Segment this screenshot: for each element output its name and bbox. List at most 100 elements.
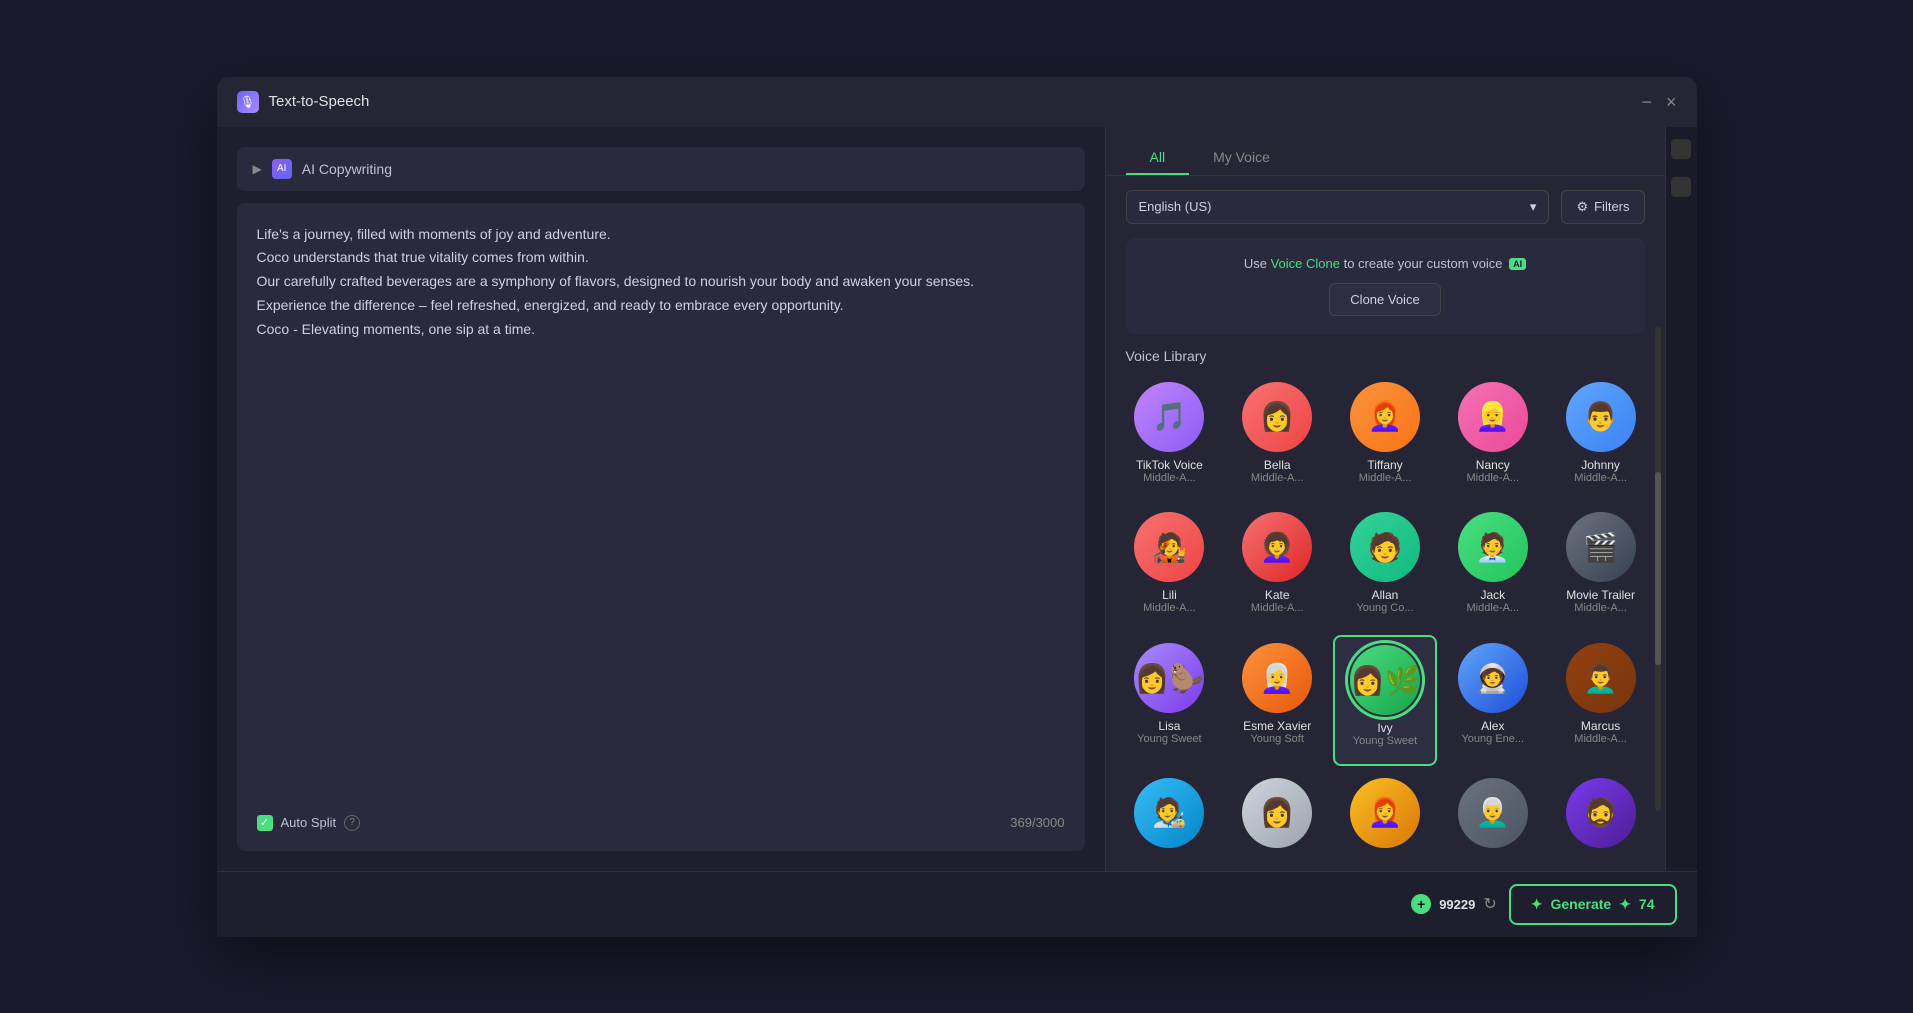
voice-name-tiktok: TikTok Voice	[1136, 458, 1203, 472]
voice-card-tiffany[interactable]: 👩‍🦰 Tiffany Middle-A...	[1333, 374, 1437, 501]
voice-card-nancy[interactable]: 👱‍♀️ Nancy Middle-A...	[1441, 374, 1545, 501]
generate-icon-small: ✦	[1619, 896, 1631, 913]
voice-avatar-r4: 👨‍🦳	[1458, 778, 1528, 848]
voice-card-tiktok[interactable]: 🎵 TikTok Voice Middle-A...	[1118, 374, 1222, 501]
voice-sub-bella: Middle-A...	[1251, 472, 1304, 484]
voice-card-r5[interactable]: 🧔	[1549, 770, 1653, 871]
voice-sub-tiktok: Middle-A...	[1143, 472, 1196, 484]
app-window: 🎙 Text-to-Speech − × ▶ AI AI Copywriting…	[217, 77, 1697, 937]
voice-avatar-r1: 🧑‍🎨	[1134, 778, 1204, 848]
voice-card-ivy[interactable]: 👩‍🌿 Ivy Young Sweet	[1333, 635, 1437, 766]
scrollbar[interactable]	[1655, 327, 1661, 811]
dropdown-arrow-icon: ▾	[1530, 199, 1537, 215]
voice-avatar-esme-xavier: 👩‍🦳	[1242, 643, 1312, 713]
voice-name-nancy: Nancy	[1476, 458, 1510, 472]
voice-name-ivy: Ivy	[1377, 721, 1392, 735]
voice-name-movie-trailer: Movie Trailer	[1566, 588, 1635, 602]
voice-avatar-r5: 🧔	[1566, 778, 1636, 848]
app-icon: 🎙	[237, 91, 259, 113]
voice-sub-tiffany: Middle-A...	[1359, 472, 1412, 484]
ai-badge: AI	[1509, 258, 1526, 270]
voice-sub-nancy: Middle-A...	[1467, 472, 1520, 484]
clone-voice-section: Use Voice Clone to create your custom vo…	[1126, 238, 1645, 334]
voice-card-bella[interactable]: 👩 Bella Middle-A...	[1225, 374, 1329, 501]
content-area: ▶ AI AI Copywriting Life's a journey, fi…	[217, 127, 1697, 871]
voice-grid: 🎵 TikTok Voice Middle-A... 👩 Bella Middl…	[1106, 374, 1665, 871]
generate-button[interactable]: ✦ Generate ✦ 74	[1509, 884, 1677, 925]
voice-clone-link[interactable]: Voice Clone	[1271, 256, 1340, 271]
help-icon[interactable]: ?	[344, 815, 360, 831]
sidebar-strip-item-1	[1671, 139, 1691, 159]
voice-sub-alex: Young Ene...	[1461, 733, 1524, 745]
generate-label: Generate	[1550, 896, 1611, 912]
filters-button[interactable]: ⚙ Filters	[1561, 190, 1644, 224]
auto-split-checkbox[interactable]: ✓	[257, 815, 273, 831]
tab-all[interactable]: All	[1126, 141, 1190, 175]
voice-card-marcus[interactable]: 👨‍🦱 Marcus Middle-A...	[1549, 635, 1653, 766]
voice-name-tiffany: Tiffany	[1367, 458, 1402, 472]
editor-footer: ✓ Auto Split ? 369/3000	[257, 815, 1065, 831]
voice-avatar-johnny: 👨	[1566, 382, 1636, 452]
voice-card-lili[interactable]: 🧑‍🎤 Lili Middle-A...	[1118, 504, 1222, 631]
credits-plus-icon: +	[1411, 894, 1431, 914]
auto-split-control[interactable]: ✓ Auto Split ?	[257, 815, 361, 831]
voice-card-lisa[interactable]: 👩‍🦫 Lisa Young Sweet	[1118, 635, 1222, 766]
voice-card-allan[interactable]: 🧑 Allan Young Co...	[1333, 504, 1437, 631]
close-button[interactable]: ×	[1666, 93, 1677, 111]
voice-avatar-tiffany: 👩‍🦰	[1350, 382, 1420, 452]
voice-avatar-bella: 👩	[1242, 382, 1312, 452]
expand-arrow-icon: ▶	[253, 162, 262, 176]
voice-card-johnny[interactable]: 👨 Johnny Middle-A...	[1549, 374, 1653, 501]
voice-sub-movie-trailer: Middle-A...	[1574, 602, 1627, 614]
clone-voice-description: Use Voice Clone to create your custom vo…	[1144, 256, 1627, 271]
voice-avatar-tiktok: 🎵	[1134, 382, 1204, 452]
voice-sub-johnny: Middle-A...	[1574, 472, 1627, 484]
voice-name-marcus: Marcus	[1581, 719, 1620, 733]
voice-avatar-lili: 🧑‍🎤	[1134, 512, 1204, 582]
sidebar-strip	[1665, 127, 1697, 871]
voice-card-alex[interactable]: 🧑‍🚀 Alex Young Ene...	[1441, 635, 1545, 766]
char-count: 369/3000	[1010, 815, 1064, 830]
language-dropdown[interactable]: English (US) ▾	[1126, 190, 1550, 224]
tabs-row: All My Voice	[1106, 127, 1665, 176]
voice-card-esme-xavier[interactable]: 👩‍🦳 Esme Xavier Young Soft	[1225, 635, 1329, 766]
credits-number: 99229	[1439, 897, 1475, 912]
credits-section: + 99229 ↻	[1411, 894, 1497, 914]
language-value: English (US)	[1139, 199, 1212, 214]
filter-row: English (US) ▾ ⚙ Filters	[1106, 176, 1665, 238]
voice-avatar-r2: 👩	[1242, 778, 1312, 848]
voice-sub-ivy: Young Sweet	[1353, 735, 1417, 747]
voice-sub-kate: Middle-A...	[1251, 602, 1304, 614]
voice-sub-jack: Middle-A...	[1467, 602, 1520, 614]
voice-card-kate[interactable]: 👩‍🦱 Kate Middle-A...	[1225, 504, 1329, 631]
voice-card-movie-trailer[interactable]: 🎬 Movie Trailer Middle-A...	[1549, 504, 1653, 631]
voice-name-lisa: Lisa	[1158, 719, 1180, 733]
voice-avatar-alex: 🧑‍🚀	[1458, 643, 1528, 713]
sidebar-strip-item-2	[1671, 177, 1691, 197]
voice-card-r4[interactable]: 👨‍🦳	[1441, 770, 1545, 871]
voice-name-jack: Jack	[1480, 588, 1505, 602]
voice-sub-allan: Young Co...	[1356, 602, 1413, 614]
voice-name-allan: Allan	[1372, 588, 1399, 602]
title-bar: 🎙 Text-to-Speech − ×	[217, 77, 1697, 127]
text-editor[interactable]: Life's a journey, filled with moments of…	[237, 203, 1085, 851]
clone-voice-button[interactable]: Clone Voice	[1329, 283, 1440, 316]
tab-my-voice[interactable]: My Voice	[1189, 141, 1294, 175]
voice-card-r2[interactable]: 👩	[1225, 770, 1329, 871]
scrollbar-thumb	[1655, 472, 1661, 666]
right-panel: All My Voice English (US) ▾ ⚙ Filters Us…	[1105, 127, 1665, 871]
voice-card-r1[interactable]: 🧑‍🎨	[1118, 770, 1222, 871]
filters-label: Filters	[1594, 199, 1629, 214]
minimize-button[interactable]: −	[1641, 93, 1652, 111]
voice-name-esme-xavier: Esme Xavier	[1243, 719, 1311, 733]
voice-card-jack[interactable]: 🧑‍💼 Jack Middle-A...	[1441, 504, 1545, 631]
voice-name-lili: Lili	[1162, 588, 1177, 602]
voice-avatar-ivy: 👩‍🌿	[1350, 645, 1420, 715]
voice-name-bella: Bella	[1264, 458, 1291, 472]
voice-avatar-kate: 👩‍🦱	[1242, 512, 1312, 582]
ai-copywriting-bar[interactable]: ▶ AI AI Copywriting	[237, 147, 1085, 191]
refresh-button[interactable]: ↻	[1483, 894, 1496, 914]
bottom-bar: + 99229 ↻ ✦ Generate ✦ 74	[217, 871, 1697, 937]
voice-card-r3[interactable]: 👩‍🦰	[1333, 770, 1437, 871]
voice-name-kate: Kate	[1265, 588, 1290, 602]
